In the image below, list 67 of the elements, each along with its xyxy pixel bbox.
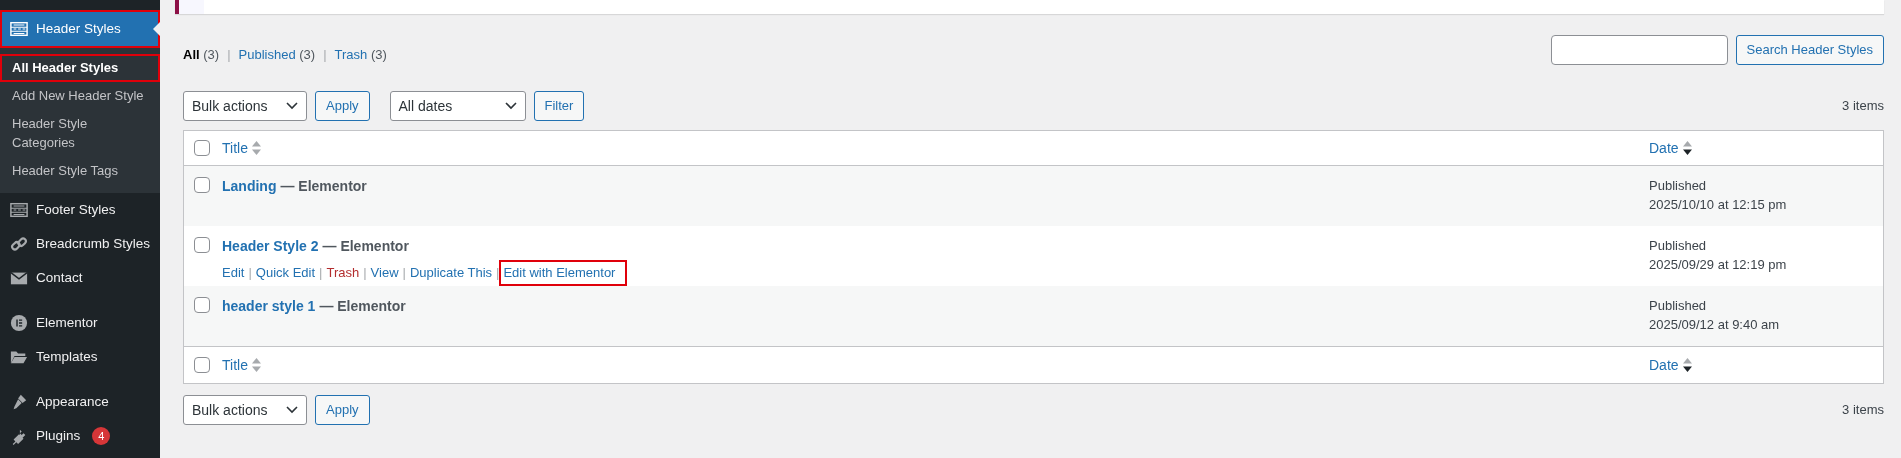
row-action-link[interactable]: View [366,261,403,285]
menu-item[interactable]: Breadcrumb Styles [0,226,160,261]
search-field[interactable] [1550,35,1728,65]
search-button[interactable]: Search Header Styles [1735,35,1884,65]
dropdown[interactable]: All dates [389,91,526,121]
caret-icon [286,406,298,414]
column-header[interactable]: Date [1649,354,1692,376]
status-filter-link[interactable]: All (3) [183,45,220,65]
menu-item[interactable]: Header Styles [0,10,160,48]
submenu-item[interactable]: All Header Styles [0,54,160,83]
submenu-item[interactable]: Add New Header Style [0,82,160,111]
status-filter-link[interactable]: Trash (3) [334,45,387,65]
separator: | [227,46,231,65]
status-filter-link[interactable]: Published (3) [238,45,316,65]
separator: | [319,264,323,282]
separator: | [323,46,327,65]
separator: | [496,264,500,282]
menu-item[interactable]: Footer Styles [0,192,160,227]
menu-item[interactable]: Templates [0,339,160,374]
caret-icon [504,102,517,110]
submenu-item[interactable]: Header Style Categories [0,110,160,157]
row-action-link[interactable]: Quick Edit [251,261,320,285]
item-count: 3 items [1842,97,1884,116]
column-header[interactable]: Title [222,354,261,376]
checkbox[interactable] [194,297,210,313]
row-action-link[interactable]: Edit with Elementor [499,260,628,286]
separator: | [363,264,367,282]
separator: | [248,264,252,282]
post-title-link[interactable]: header style 1 [222,298,316,314]
menu-item[interactable]: Plugins 4 [0,418,160,453]
row-action-link[interactable]: Duplicate This [405,261,497,285]
column-header[interactable]: Title [222,137,261,159]
post-status: Published [1649,237,1708,255]
column-header[interactable]: Date [1649,137,1692,159]
post-date: 2025/09/29 at 12:19 pm [1649,256,1788,274]
menu-item[interactable]: Appearance [0,384,160,419]
post-status: Published [1649,177,1708,195]
checkbox[interactable] [194,237,210,253]
post-state: — Elementor [280,178,367,194]
post-status: Published [1649,297,1708,315]
checkbox[interactable] [194,140,210,156]
post-state: — Elementor [322,238,409,254]
separator: | [402,264,406,282]
menu-item[interactable]: Elementor [0,305,160,340]
apply-button[interactable]: Apply [315,91,370,121]
post-title-link[interactable]: Header Style 2 [222,238,319,254]
caret-icon [286,102,298,110]
checkbox[interactable] [194,357,210,373]
dropdown[interactable]: Bulk actions [183,395,307,425]
count-badge: 4 [92,426,111,445]
submenu-item[interactable]: Header Style Tags [0,156,160,185]
menu-item[interactable]: Contact [0,260,160,295]
post-date: 2025/09/12 at 9:40 am [1649,316,1781,334]
dropdown[interactable]: Bulk actions [183,91,307,121]
checkbox[interactable] [194,177,210,193]
elementor-icon [10,313,28,332]
apply-button[interactable]: Apply [315,395,370,425]
grid-icon [10,200,28,219]
row-action-link[interactable]: Trash [322,261,364,285]
item-count: 3 items [1842,401,1884,420]
row-action-link[interactable]: Edit [218,261,249,285]
post-state: — Elementor [319,298,406,314]
link-icon [10,234,28,253]
grid-icon [10,20,28,38]
filter-button[interactable]: Filter [533,91,585,121]
post-date: 2025/10/10 at 12:15 pm [1649,196,1788,214]
post-title-link[interactable]: Landing [222,178,277,194]
